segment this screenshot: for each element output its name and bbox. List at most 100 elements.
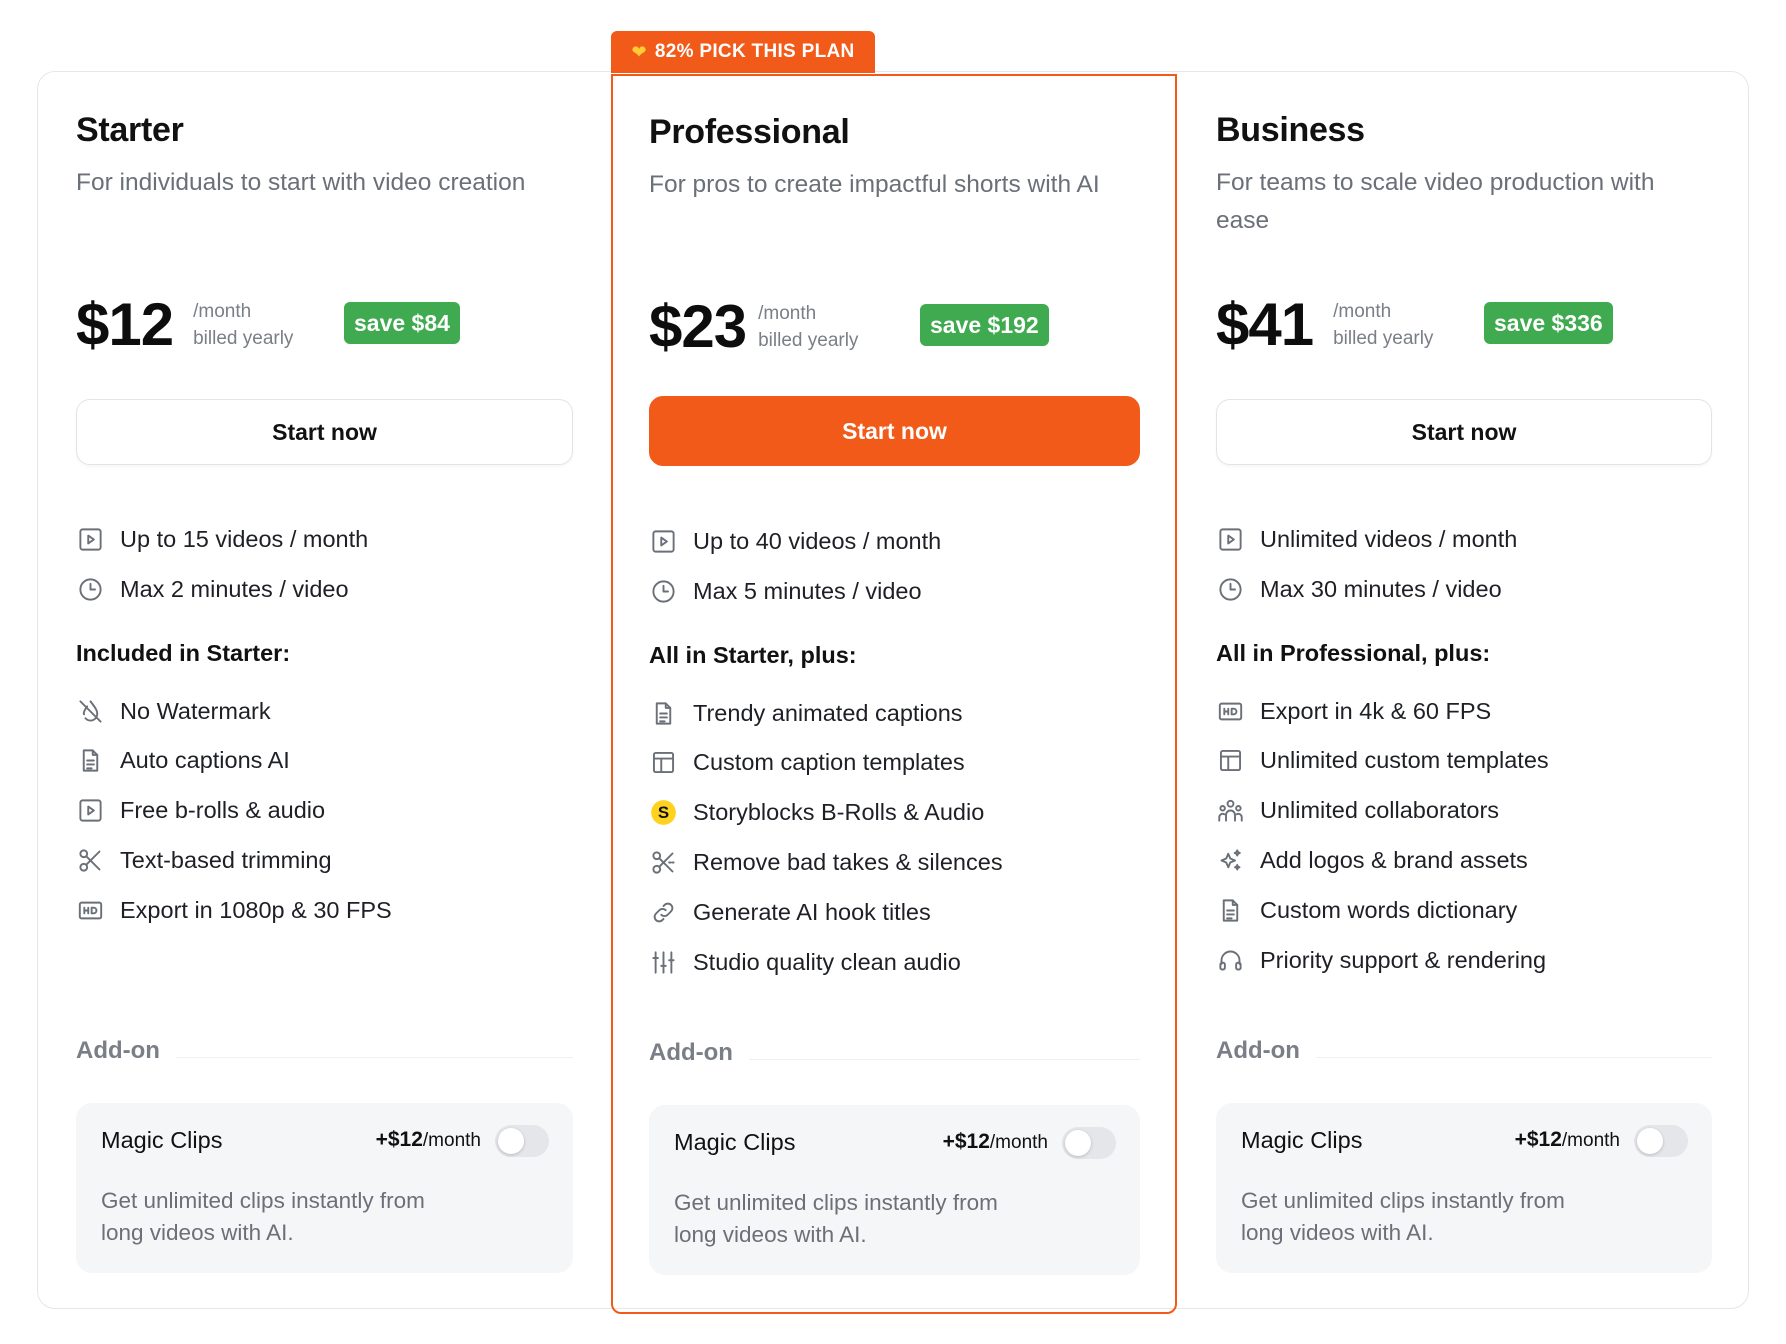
play-icon [76, 796, 104, 824]
addon-price-unit: /month [422, 1130, 481, 1151]
start-now-button[interactable]: Start now [76, 399, 573, 465]
limit-text: Max 5 minutes / video [693, 577, 922, 604]
section-title: Included in Starter: [76, 640, 291, 666]
section-title: All in Professional, plus: [1216, 640, 1491, 666]
document-icon [649, 699, 677, 727]
popular-badge: ❤ 82% PICK THIS PLAN [611, 31, 875, 73]
feature-item: S Storyblocks B-Rolls & Audio [649, 795, 984, 829]
feature-text: Studio quality clean audio [693, 948, 961, 975]
feature-text: Unlimited collaborators [1260, 796, 1500, 823]
sliders-icon [649, 948, 677, 976]
addon-name: Magic Clips [1241, 1127, 1363, 1153]
toggle-knob [1065, 1130, 1091, 1156]
addon-price-amount: +$12 [1514, 1128, 1562, 1151]
plan-card-business: Business For teams to scale video produc… [1178, 72, 1750, 1310]
play-icon [76, 525, 104, 553]
document-icon [76, 746, 104, 774]
clock-icon [649, 577, 677, 605]
start-now-button[interactable]: Start now [1216, 399, 1712, 465]
limit-text: Max 30 minutes / video [1260, 575, 1502, 602]
sparkles-icon [1216, 846, 1244, 874]
pricing-container: ❤ 82% PICK THIS PLAN Starter For individ… [37, 31, 1750, 1314]
plan-price: $12 [76, 291, 174, 358]
limit-text: Unlimited videos / month [1260, 525, 1518, 552]
addon-card: Magic Clips +$12/month Get unlimited cli… [76, 1103, 573, 1273]
addon-name: Magic Clips [101, 1127, 223, 1153]
limit-item: Max 2 minutes / video [76, 572, 349, 606]
storyblocks-icon: S [649, 798, 677, 826]
play-icon [1216, 525, 1244, 553]
feature-text: Custom words dictionary [1260, 896, 1518, 923]
addon-toggle[interactable] [495, 1125, 549, 1157]
save-badge: save $192 [920, 304, 1049, 346]
start-now-button[interactable]: Start now [649, 396, 1140, 466]
feature-item: Generate AI hook titles [649, 895, 931, 929]
feature-item: Studio quality clean audio [649, 945, 961, 979]
addon-price-amount: +$12 [375, 1128, 423, 1151]
feature-text: No Watermark [120, 697, 271, 724]
period-billing: billed yearly [758, 330, 859, 351]
feature-item: Priority support & rendering [1216, 943, 1546, 977]
clock-icon [1216, 575, 1244, 603]
feature-text: Export in 4k & 60 FPS [1260, 697, 1492, 724]
save-badge: save $336 [1484, 302, 1613, 344]
feature-text: Add logos & brand assets [1260, 846, 1528, 873]
feature-text: Priority support & rendering [1260, 946, 1547, 973]
addon-toggle[interactable] [1062, 1127, 1116, 1159]
popular-badge-text: 82% PICK THIS PLAN [654, 41, 855, 62]
feature-item: Export in 4k & 60 FPS [1216, 694, 1491, 728]
addon-divider [749, 1059, 1140, 1060]
period-billing: billed yearly [1333, 328, 1434, 349]
hd-icon [76, 896, 104, 924]
addon-label: Add-on [1216, 1037, 1300, 1064]
addon-label: Add-on [76, 1037, 160, 1064]
plan-price: $23 [649, 293, 747, 360]
price-row: $12 /month billed yearly [76, 290, 353, 360]
plan-title: Business [1216, 111, 1365, 149]
limit-item: Up to 15 videos / month [76, 522, 368, 556]
addon-description: Get unlimited clips instantly from long … [101, 1188, 425, 1245]
limit-text: Up to 15 videos / month [120, 525, 369, 552]
billing-period: /month billed yearly [758, 300, 918, 354]
feature-text: Trendy animated captions [693, 699, 963, 726]
addon-price: +$12/month [943, 1130, 1048, 1154]
plan-card-starter: Starter For individuals to start with vi… [38, 72, 609, 1310]
feature-item: Remove bad takes & silences [649, 845, 1003, 879]
feature-item: Custom words dictionary [1216, 893, 1517, 927]
addon-price: +$12/month [376, 1128, 481, 1152]
feature-item: Trendy animated captions [649, 696, 963, 730]
addon-description: Get unlimited clips instantly from long … [1241, 1188, 1565, 1245]
plan-price: $41 [1216, 291, 1314, 358]
headset-icon [1216, 946, 1244, 974]
feature-text: Storyblocks B-Rolls & Audio [693, 798, 985, 825]
save-badge: save $84 [344, 302, 460, 344]
limit-text: Up to 40 videos / month [693, 527, 942, 554]
document-icon [1216, 896, 1244, 924]
limit-item: Max 5 minutes / video [649, 574, 922, 608]
feature-text: Custom caption templates [693, 748, 965, 775]
play-icon [649, 527, 677, 555]
addon-card: Magic Clips +$12/month Get unlimited cli… [649, 1105, 1140, 1275]
period-month: /month [193, 301, 252, 322]
feature-item: Custom caption templates [649, 745, 965, 779]
feature-item: Auto captions AI [76, 743, 290, 777]
limit-item: Up to 40 videos / month [649, 524, 941, 558]
period-month: /month [758, 303, 817, 324]
users-icon [1216, 796, 1244, 824]
hd-icon [1216, 697, 1244, 725]
price-row: $23 /month billed yearly [649, 292, 918, 362]
feature-item: Text-based trimming [76, 843, 332, 877]
plan-title: Professional [649, 113, 850, 151]
plan-description: For individuals to start with video crea… [76, 169, 526, 196]
plan-description: For teams to scale video production with… [1216, 169, 1655, 234]
addon-divider [1316, 1057, 1712, 1058]
toggle-knob [498, 1128, 524, 1154]
addon-toggle[interactable] [1634, 1125, 1688, 1157]
scissors-icon [649, 848, 677, 876]
addon-label: Add-on [649, 1039, 733, 1066]
addon-price-unit: /month [989, 1132, 1048, 1153]
addon-card: Magic Clips +$12/month Get unlimited cli… [1216, 1103, 1712, 1273]
addon-name: Magic Clips [674, 1129, 796, 1155]
billing-period: /month billed yearly [1333, 298, 1493, 352]
addon-price: +$12/month [1515, 1128, 1620, 1152]
